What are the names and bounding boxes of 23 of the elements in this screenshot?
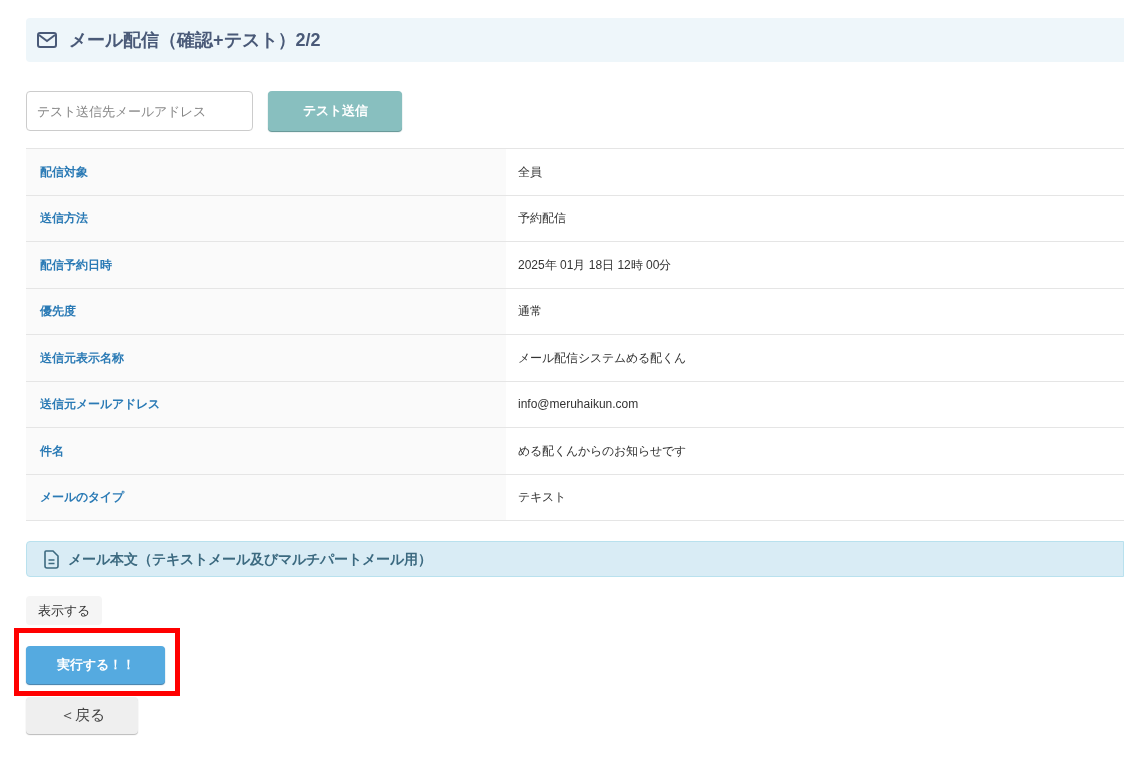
row-label: 送信方法 xyxy=(26,195,506,241)
row-value: 予約配信 xyxy=(517,210,567,228)
back-button[interactable]: ＜戻る xyxy=(26,697,138,734)
row-label: 配信対象 xyxy=(26,149,506,195)
row-label: 送信元表示名称 xyxy=(26,335,506,381)
row-value: メール配信システムめる配くん xyxy=(517,349,687,367)
email-input-field[interactable]: テスト送信先メールアドレス xyxy=(26,91,253,131)
show-button[interactable]: 表示する xyxy=(26,596,102,625)
row-value: 全員 xyxy=(517,163,543,181)
row-value: 2025年 01月 18日 12時 00分 xyxy=(517,256,673,274)
row-label: 配信予約日時 xyxy=(26,242,506,288)
section-title: メール本文（テキストメール及びマルチパートメール用） xyxy=(68,549,432,569)
row-label: メールのタイプ xyxy=(26,474,506,520)
row-label: 件名 xyxy=(26,428,506,474)
page-title: メール配信（確認+テスト）2/2 xyxy=(69,28,321,52)
row-value: info@meruhaikun.com xyxy=(517,396,640,414)
row-value: める配くんからのお知らせです xyxy=(517,442,687,460)
envelope-icon xyxy=(37,32,57,48)
document-icon xyxy=(44,549,59,569)
row-value: 通常 xyxy=(517,303,543,321)
row-value: テキスト xyxy=(517,489,567,507)
row-label: 送信元メールアドレス xyxy=(26,381,506,427)
row-label: 優先度 xyxy=(26,288,506,334)
